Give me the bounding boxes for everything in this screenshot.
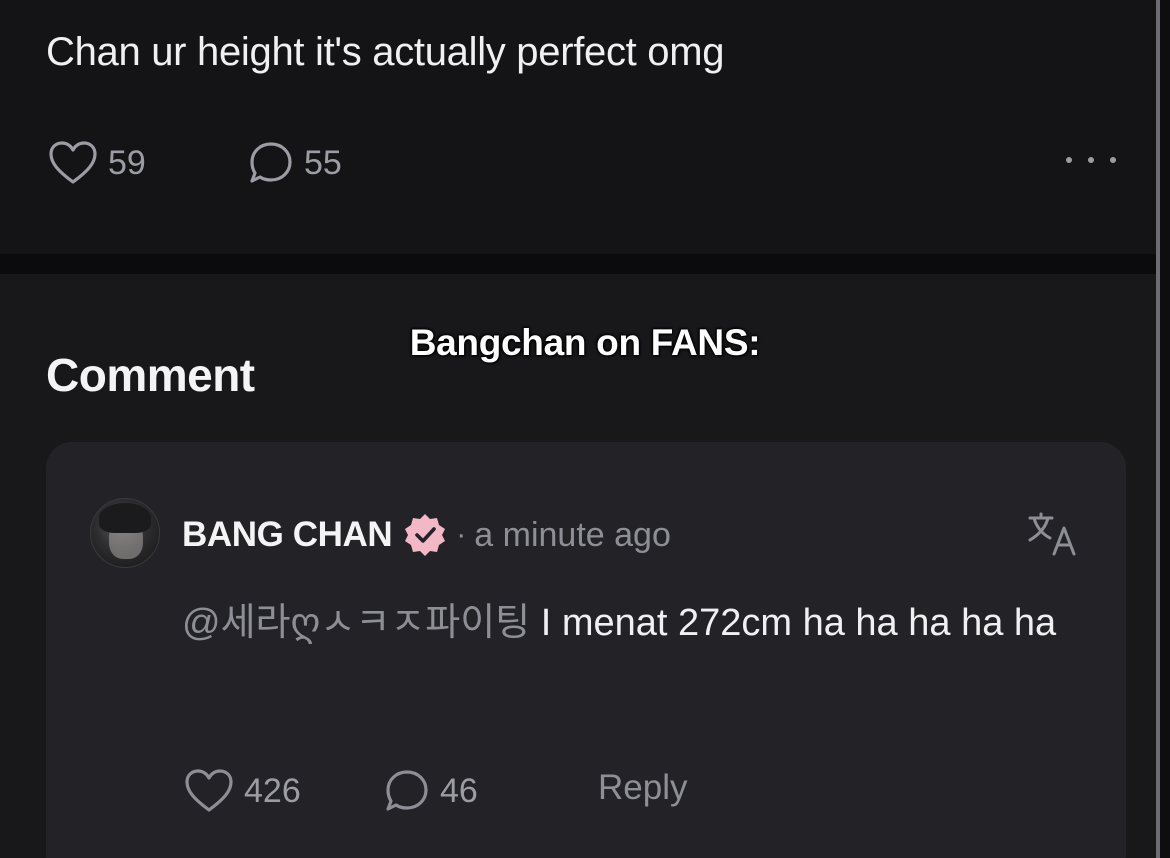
post-text: Chan ur height it's actually perfect omg <box>46 30 725 74</box>
comment-card: BANG CHAN · a minute ago @세라ღㅅㅋㅈ파이팅 I me… <box>46 442 1126 858</box>
comment-header: BANG CHAN · a minute ago <box>182 512 671 558</box>
reply-button[interactable]: Reply <box>598 768 687 808</box>
right-gutter <box>1160 0 1170 858</box>
more-dots-icon[interactable] <box>1066 148 1116 172</box>
comment-text: @세라ღㅅㅋㅈ파이팅 I menat 272cm ha ha ha ha ha <box>182 592 1062 654</box>
comment-reply-count: 46 <box>440 771 478 810</box>
page: Chan ur height it's actually perfect omg… <box>0 0 1170 858</box>
post-like-count: 59 <box>108 143 146 182</box>
post-comment-count: 55 <box>304 143 342 182</box>
comment-like-button[interactable]: 426 <box>184 768 301 814</box>
time-separator: · <box>456 518 467 551</box>
user-mention[interactable]: @세라ღㅅㅋㅈ파이팅 <box>182 602 530 644</box>
translate-icon[interactable] <box>1026 510 1078 558</box>
heart-icon <box>185 769 233 812</box>
author-name[interactable]: BANG CHAN <box>182 515 393 555</box>
dot <box>1088 157 1094 163</box>
comment-timestamp: a minute ago <box>474 515 671 554</box>
comment-message: I menat 272cm ha ha ha ha ha <box>530 602 1057 644</box>
post-comment-button[interactable]: 55 <box>248 140 342 186</box>
dot <box>1110 157 1116 163</box>
avatar[interactable] <box>90 498 160 568</box>
section-divider <box>0 254 1156 274</box>
speech-bubble-icon <box>250 142 292 183</box>
overlay-caption: Bangchan on FANS: <box>409 322 761 363</box>
dot <box>1066 157 1072 163</box>
post: Chan ur height it's actually perfect omg… <box>0 0 1156 254</box>
speech-bubble-icon <box>386 770 428 811</box>
comment-replies-button[interactable]: 46 <box>384 768 478 814</box>
avatar-hair <box>99 503 151 533</box>
post-like-button[interactable]: 59 <box>48 140 146 186</box>
comment-like-count: 426 <box>244 771 301 810</box>
verified-badge-icon <box>405 514 446 556</box>
heart-icon <box>49 141 97 184</box>
